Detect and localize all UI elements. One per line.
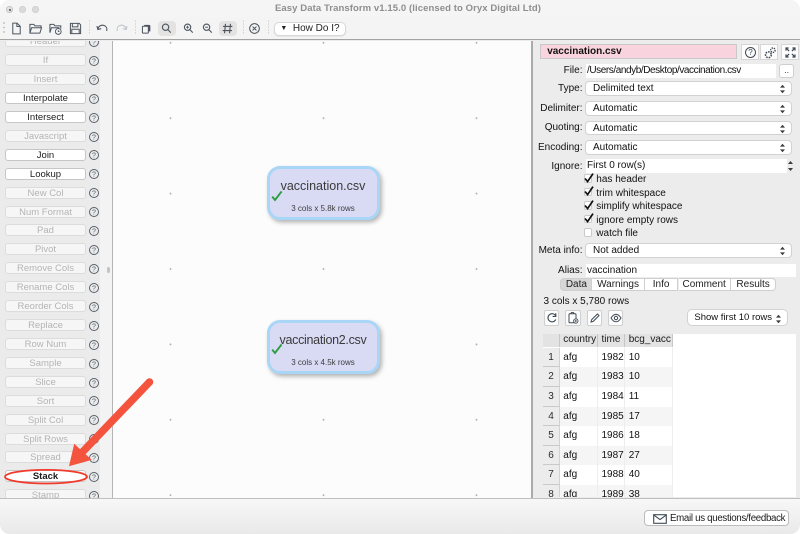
svg-text:?: ? <box>92 58 96 65</box>
svg-text:?: ? <box>92 455 96 462</box>
svg-text:?: ? <box>92 191 96 198</box>
svg-text:?: ? <box>92 210 96 217</box>
svg-text:?: ? <box>92 266 96 273</box>
svg-text:?: ? <box>92 228 96 235</box>
svg-text:?: ? <box>92 418 96 425</box>
svg-text:?: ? <box>748 48 753 57</box>
svg-text:?: ? <box>92 41 96 46</box>
svg-text:?: ? <box>92 172 96 179</box>
svg-text:?: ? <box>92 361 96 368</box>
svg-text:?: ? <box>92 399 96 406</box>
svg-text:?: ? <box>92 474 96 481</box>
svg-text:?: ? <box>92 115 96 122</box>
svg-text:?: ? <box>92 247 96 254</box>
svg-text:?: ? <box>92 77 96 84</box>
svg-text:?: ? <box>92 380 96 387</box>
svg-text:?: ? <box>92 134 96 141</box>
svg-text:?: ? <box>92 323 96 330</box>
svg-text:?: ? <box>92 304 96 311</box>
svg-text:?: ? <box>92 153 96 160</box>
svg-text:?: ? <box>92 342 96 349</box>
svg-text:?: ? <box>92 96 96 103</box>
svg-text:?: ? <box>92 437 96 444</box>
svg-text:?: ? <box>92 285 96 292</box>
